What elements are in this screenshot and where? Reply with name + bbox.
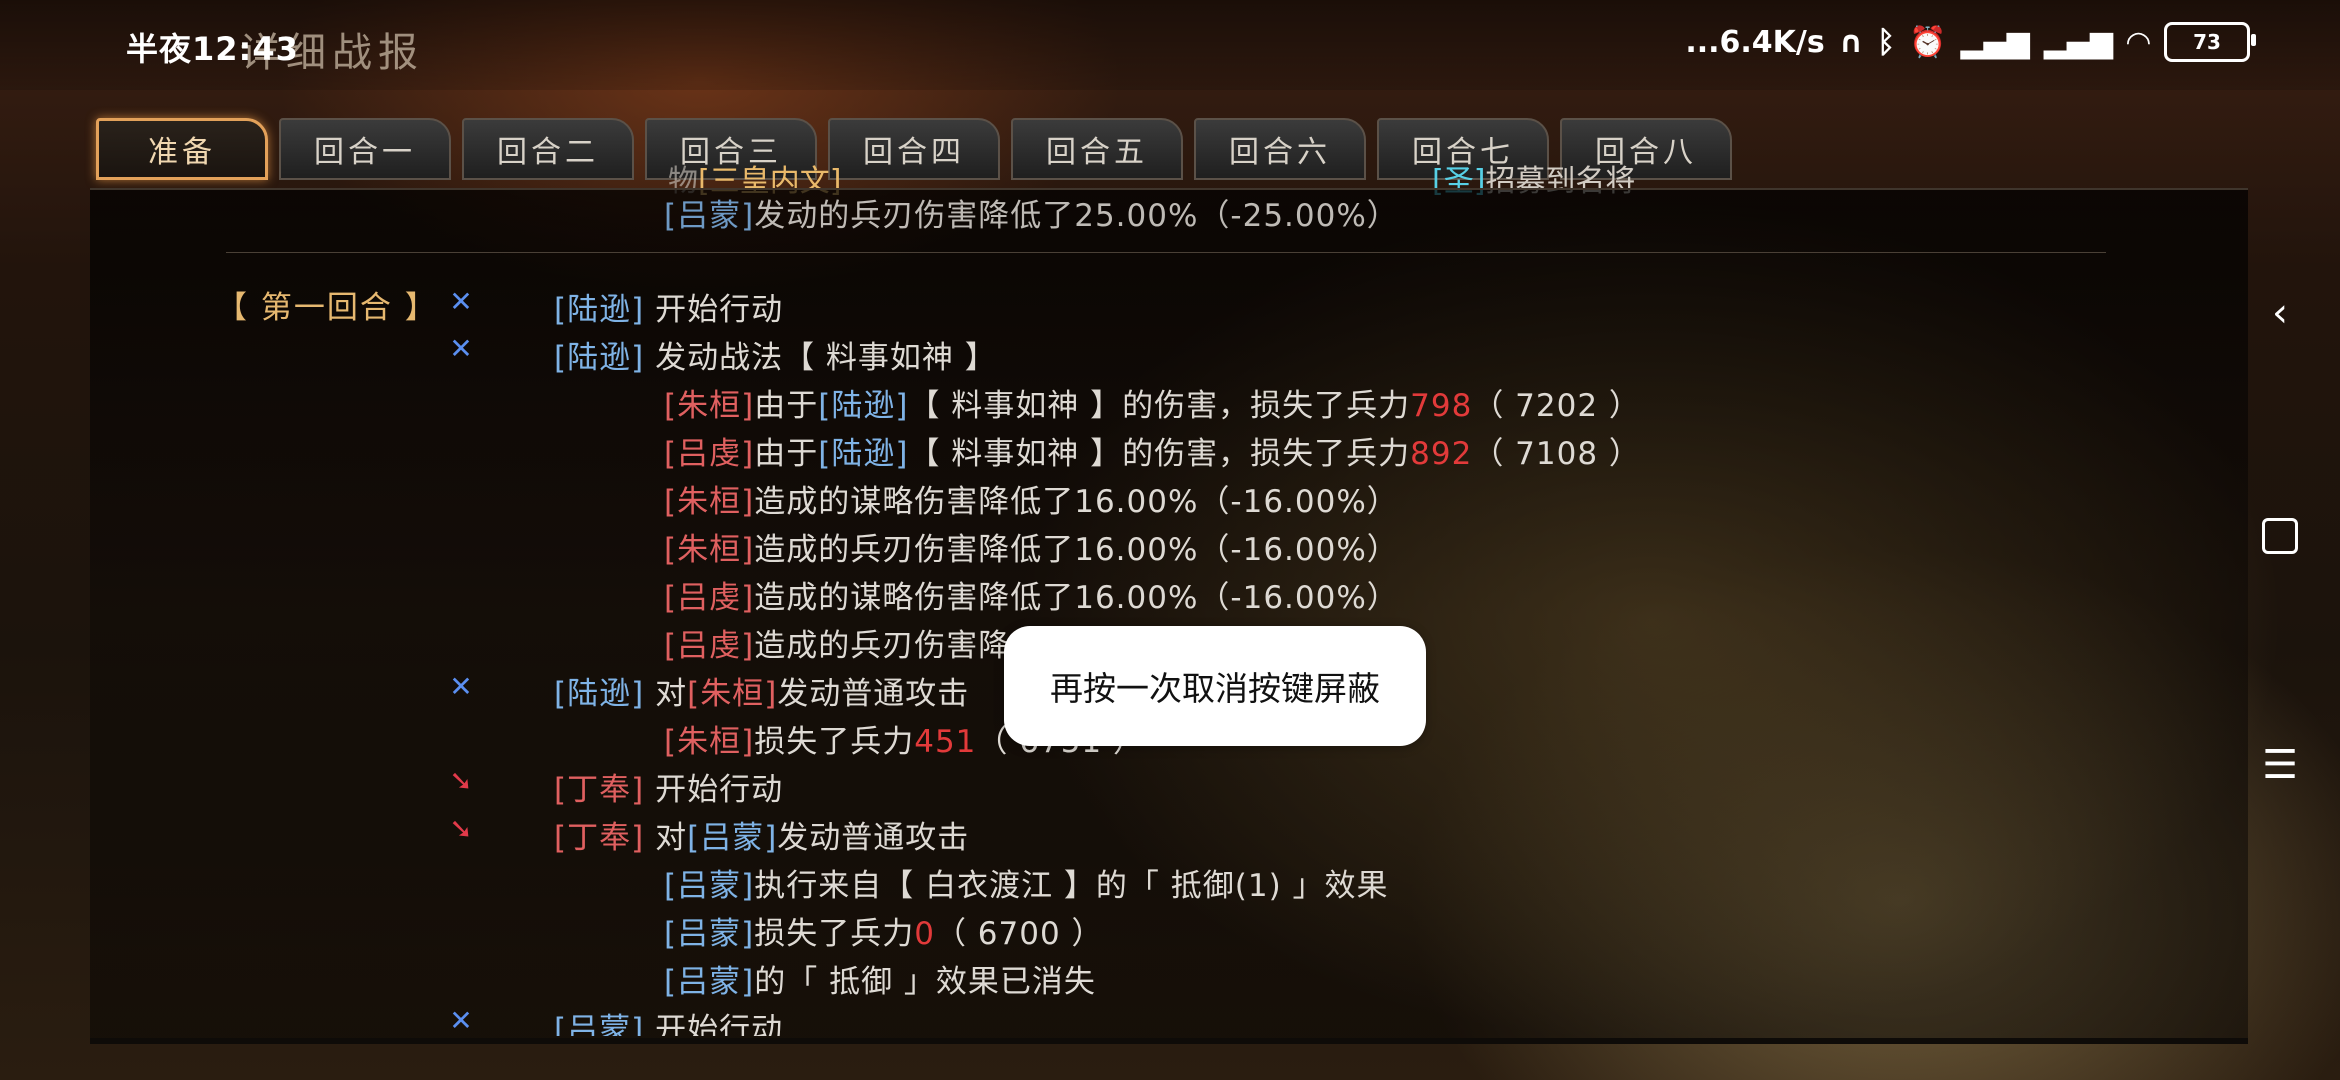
general-name: 吕蒙 (700, 820, 765, 856)
report-line: [朱桓]由于[陆逊]【 料事如神 】的伤害，损失了兵力798（ 7202 ） (664, 388, 1641, 424)
general-name: 陆逊 (567, 292, 632, 328)
report-line: [丁奉] 对[吕蒙]发动普通攻击 (554, 820, 970, 856)
report-line: [陆逊] 开始行动 (554, 292, 784, 328)
network-speed: ...6.4K/s (1685, 24, 1825, 60)
report-text: 执行来自【 白衣渡江 】的「 抵御(1) 」效果 (754, 868, 1389, 904)
general-name: 吕虔 (677, 628, 742, 664)
general-name: 吕蒙 (677, 916, 742, 952)
arrow-icon: ➘ (449, 764, 473, 797)
general-name: 陆逊 (831, 388, 896, 424)
signal-hd-icon: ▂▄▆ (2043, 24, 2113, 60)
remain-value: （ 7202 ） (1472, 388, 1641, 424)
report-text: 开始行动 (655, 772, 784, 808)
report-line: [吕蒙]损失了兵力0（ 6700 ） (664, 916, 1104, 952)
wifi-icon: ◠ (2126, 24, 2150, 60)
headphones-icon: ∩ (1838, 24, 1864, 60)
general-name: 朱桓 (677, 532, 742, 568)
tab-round-6[interactable]: 回合六 (1194, 118, 1366, 180)
tab-round-1[interactable]: 回合一 (279, 118, 451, 180)
clipped-line-wrapper: ✕ [吕蒙] 开始行动 (0, 1000, 2340, 1037)
battery-level: 73 (2193, 30, 2221, 54)
report-text: 损失了兵力 (754, 916, 915, 952)
loss-value: 798 (1410, 388, 1473, 424)
toast-message: 再按一次取消按键屏蔽 (1004, 626, 1426, 746)
general-name: 陆逊 (831, 436, 896, 472)
bluetooth-icon: ᛒ (1877, 24, 1896, 60)
report-text: 由于 (754, 388, 819, 424)
sword-cross-icon: ✕ (449, 670, 473, 703)
alarm-icon: ⏰ (1909, 24, 1947, 60)
general-name: 朱桓 (677, 724, 742, 760)
back-icon[interactable]: ‹ (2260, 290, 2300, 336)
tab-prepare[interactable]: 准备 (96, 118, 268, 180)
report-text: 开始行动 (655, 1012, 784, 1036)
panel-bottom-border (90, 1038, 2248, 1044)
general-name: 吕蒙 (677, 964, 742, 1000)
report-line: [吕虔]由于[陆逊]【 料事如神 】的伤害，损失了兵力892（ 7108 ） (664, 436, 1641, 472)
report-text: 发动普通攻击 (777, 820, 970, 856)
report-line: [吕蒙]执行来自【 白衣渡江 】的「 抵御(1) 」效果 (664, 868, 1389, 904)
report-text: 造成的谋略伤害降低了16.00%（-16.00%） (754, 580, 1399, 616)
report-line: [吕蒙]的「 抵御 」效果已消失 (664, 964, 1096, 1000)
signal-hd-icon: ▂▄▆ (1960, 24, 2030, 60)
home-icon[interactable] (2260, 518, 2300, 564)
report-text: 对 (655, 676, 688, 712)
loss-value: 892 (1410, 436, 1473, 472)
general-name: 丁奉 (567, 772, 632, 808)
report-text: 发动的兵刃伤害降低了25.00%（-25.00%） (754, 198, 1399, 234)
loss-value: 451 (914, 724, 977, 760)
round-label: 【 第一回合 】 (216, 290, 438, 326)
tab-round-5[interactable]: 回合五 (1011, 118, 1183, 180)
general-name: 陆逊 (567, 676, 632, 712)
report-line: [陆逊] 对[朱桓]发动普通攻击 (554, 676, 970, 712)
general-name: 丁奉 (567, 820, 632, 856)
report-text: 造成的谋略伤害降低了16.00%（-16.00%） (754, 484, 1399, 520)
divider (226, 252, 2106, 253)
status-icons: ...6.4K/s ∩ ᛒ ⏰ ▂▄▆ ▂▄▆ ◠ 73 (1685, 22, 2256, 62)
report-line: [丁奉] 开始行动 (554, 772, 784, 808)
report-text: 的「 抵御 」效果已消失 (754, 964, 1096, 1000)
status-bar: 详细战报 半夜12:43 ...6.4K/s ∩ ᛒ ⏰ ▂▄▆ ▂▄▆ ◠ 7… (0, 0, 2340, 90)
arrow-icon: ➘ (449, 812, 473, 845)
remain-value: （ 6700 ） (934, 916, 1104, 952)
report-text: 【 料事如神 】的伤害，损失了兵力 (908, 388, 1411, 424)
sword-cross-icon: ✕ (449, 332, 473, 365)
report-line: [吕蒙] 开始行动 (554, 1004, 783, 1036)
general-name: 吕虔 (677, 580, 742, 616)
general-name: 吕蒙 (567, 1012, 632, 1036)
report-line: [陆逊] 发动战法【 料事如神 】 (554, 340, 997, 376)
status-time: 半夜12:43 (126, 30, 299, 68)
tab-round-2[interactable]: 回合二 (462, 118, 634, 180)
general-name: 吕蒙 (677, 198, 742, 234)
remain-value: （ 7108 ） (1472, 436, 1641, 472)
general-name: 朱桓 (677, 484, 742, 520)
general-name: 吕蒙 (677, 868, 742, 904)
general-name: 朱桓 (700, 676, 765, 712)
general-name: 朱桓 (677, 388, 742, 424)
report-text: 【 料事如神 】的伤害，损失了兵力 (908, 436, 1411, 472)
menu-icon[interactable]: ☰ (2260, 742, 2300, 788)
loss-value: 0 (914, 916, 935, 952)
report-text: 对 (655, 820, 688, 856)
report-text: 发动普通攻击 (777, 676, 970, 712)
report-text: 造成的兵刃伤害降低了16.00%（-16.00%） (754, 532, 1399, 568)
report-text: 由于 (754, 436, 819, 472)
report-line: [朱桓]造成的谋略伤害降低了16.00%（-16.00%） (664, 484, 1399, 520)
general-name: 陆逊 (567, 340, 632, 376)
report-text: 开始行动 (655, 292, 784, 328)
report-line: [吕蒙]发动的兵刃伤害降低了25.00%（-25.00%） (664, 198, 1399, 234)
general-name: 吕虔 (677, 436, 742, 472)
toast-text: 再按一次取消按键屏蔽 (1050, 669, 1380, 708)
system-nav-bar: ‹ ☰ (2220, 0, 2340, 1080)
sword-cross-icon: ✕ (449, 285, 473, 318)
report-text: 发动战法【 料事如神 】 (655, 340, 997, 376)
report-line: [朱桓]造成的兵刃伤害降低了16.00%（-16.00%） (664, 532, 1399, 568)
sword-cross-icon: ✕ (449, 1004, 473, 1036)
report-text: 损失了兵力 (754, 724, 915, 760)
tab-round-4[interactable]: 回合四 (828, 118, 1000, 180)
report-line: [吕虔]造成的谋略伤害降低了16.00%（-16.00%） (664, 580, 1399, 616)
